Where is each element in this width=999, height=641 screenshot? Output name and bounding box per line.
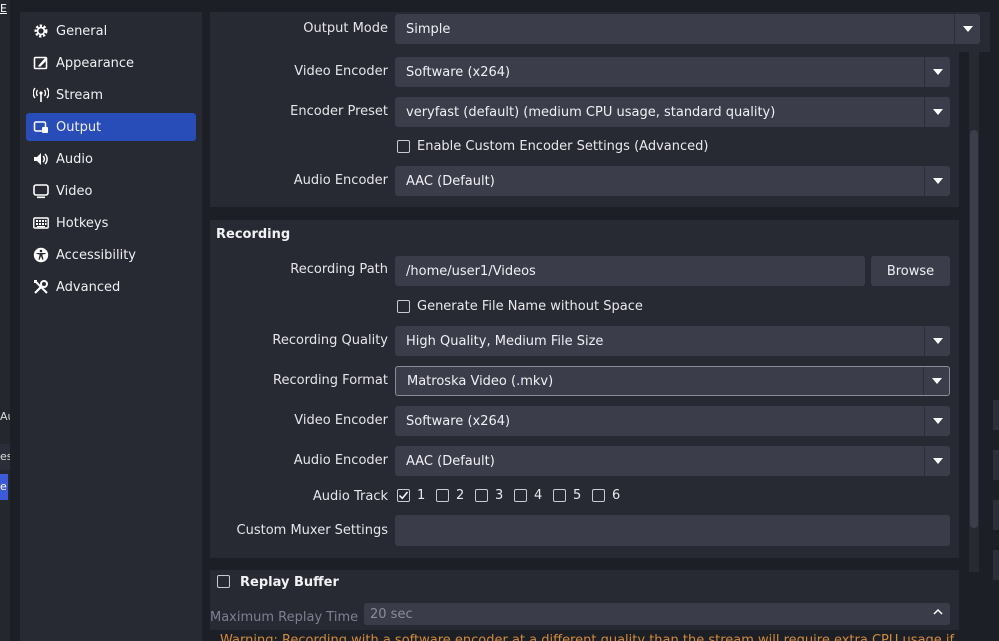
background-text-fragment: Au [0,410,10,423]
rec-video-encoder-label: Video Encoder [294,413,388,428]
recording-path-label: Recording Path [290,262,388,277]
no-space-label: Generate File Name without Space [417,299,643,314]
no-space-checkbox[interactable] [397,300,410,313]
sidebar-item-label: Stream [56,87,104,103]
gear-icon [32,22,50,40]
stream-icon [32,86,50,104]
audio-track-5-checkbox[interactable] [553,489,566,502]
chevron-down-icon [924,406,950,436]
recording-section-title: Recording [216,227,291,242]
custom-encoder-label: Enable Custom Encoder Settings (Advanced… [417,139,709,154]
browse-button[interactable]: Browse [871,256,950,286]
audio-track-3-label: 3 [495,488,504,503]
monitor-icon [32,182,50,200]
background-window-edge-right [990,0,999,641]
encoder-preset-label: Encoder Preset [290,104,388,119]
sidebar-item-video[interactable]: Video [26,177,196,205]
scrollbar-thumb[interactable] [970,130,978,528]
audio-track-1-checkbox[interactable] [397,489,410,502]
sidebar-item-label: Audio [56,151,93,167]
output-mode-label: Output Mode [303,21,388,36]
stream-audio-encoder-select[interactable]: AAC (Default) [395,166,950,196]
tools-icon [32,278,50,296]
custom-muxer-input[interactable] [395,515,950,546]
stream-audio-encoder-label: Audio Encoder [293,173,388,188]
recording-quality-select[interactable]: High Quality, Medium File Size [395,326,950,356]
sidebar-item-label: Advanced [56,279,121,295]
sidebar-item-label: Accessibility [56,247,136,263]
recording-quality-label: Recording Quality [272,333,388,348]
audio-track-4-checkbox[interactable] [514,489,527,502]
chevron-down-icon [923,367,949,395]
recording-quality-value: High Quality, Medium File Size [406,333,604,349]
stream-video-encoder-label: Video Encoder [294,64,388,79]
rec-audio-encoder-value: AAC (Default) [406,453,495,469]
warning-text: Warning: Recording with a software encod… [220,633,955,641]
audio-track-2-label: 2 [456,488,465,503]
chevron-down-icon [924,57,950,87]
max-replay-time-label: Maximum Replay Time [210,610,359,625]
sidebar-item-hotkeys[interactable]: Hotkeys [26,209,196,237]
sidebar-item-label: Appearance [56,55,135,71]
replay-buffer-checkbox[interactable] [217,575,230,588]
output-mode-value: Simple [406,21,451,37]
recording-format-value: Matroska Video (.mkv) [407,373,554,389]
stream-audio-encoder-value: AAC (Default) [406,173,495,189]
chevron-down-icon [924,326,950,356]
sidebar-item-label: General [56,23,108,39]
checkmark-icon [398,491,409,500]
chevron-down-icon [924,97,950,127]
encoder-preset-value: veryfast (default) (medium CPU usage, st… [406,104,776,120]
appearance-icon [32,54,50,72]
output-mode-select[interactable]: Simple [395,14,980,44]
encoder-preset-select[interactable]: veryfast (default) (medium CPU usage, st… [395,97,950,127]
speaker-icon [32,150,50,168]
sidebar-item-label: Hotkeys [56,215,109,231]
sidebar-item-advanced[interactable]: Advanced [26,273,196,301]
sidebar-item-accessibility[interactable]: Accessibility [26,241,196,269]
audio-track-6-label: 6 [612,488,621,503]
chevron-down-icon [954,14,980,44]
background-window-edge [0,0,10,641]
sidebar-item-label: Video [56,183,93,199]
sidebar-item-audio[interactable]: Audio [26,145,196,173]
keyboard-icon [32,214,50,232]
sidebar-item-output[interactable]: Output [26,113,196,141]
audio-track-label: Audio Track [312,489,388,504]
recording-path-input[interactable]: /home/user1/Videos [395,256,865,286]
audio-track-1-label: 1 [417,488,426,503]
background-text-fragment: E [0,2,7,15]
audio-track-6-checkbox[interactable] [592,489,605,502]
audio-track-4-label: 4 [534,488,543,503]
audio-track-2-checkbox[interactable] [436,489,449,502]
rec-video-encoder-select[interactable]: Software (x264) [395,406,950,436]
max-replay-time-input[interactable]: 20 sec [364,603,950,625]
replay-buffer-title: Replay Buffer [240,575,339,590]
rec-audio-encoder-select[interactable]: AAC (Default) [395,446,950,476]
recording-format-select[interactable]: Matroska Video (.mkv) [395,366,950,396]
sidebar-item-appearance[interactable]: Appearance [26,49,196,77]
background-text-fragment: es [0,444,10,470]
custom-muxer-label: Custom Muxer Settings [236,523,388,538]
sidebar-item-label: Output [56,119,102,135]
max-replay-time-value: 20 sec [370,606,413,622]
audio-track-3-checkbox[interactable] [475,489,488,502]
chevron-down-icon [924,446,950,476]
accessibility-icon [32,246,50,264]
stream-video-encoder-select[interactable]: Software (x264) [395,57,950,87]
rec-video-encoder-value: Software (x264) [406,413,511,429]
audio-track-5-label: 5 [573,488,582,503]
sidebar-item-general[interactable]: General [26,17,196,45]
recording-format-label: Recording Format [273,373,388,388]
output-icon [32,118,50,136]
sidebar-item-stream[interactable]: Stream [26,81,196,109]
recording-path-value: /home/user1/Videos [406,263,536,279]
settings-sidebar: General Appearance Stream Output Audio V… [20,12,202,641]
rec-audio-encoder-label: Audio Encoder [293,453,388,468]
spin-up-icon[interactable] [926,603,950,621]
background-text-fragment: e [0,474,8,500]
stream-video-encoder-value: Software (x264) [406,64,511,80]
custom-encoder-checkbox[interactable] [397,140,410,153]
chevron-down-icon [924,166,950,196]
